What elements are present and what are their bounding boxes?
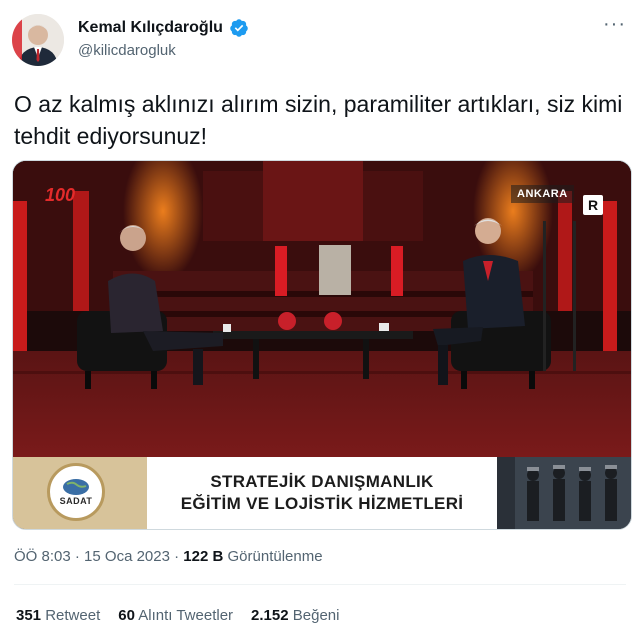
ad-banner: SADAT STRATEJİK DANIŞMANLIK EĞİTİM VE LO… <box>13 457 631 529</box>
profile-photo-icon <box>12 14 64 66</box>
verified-badge-icon <box>229 18 249 38</box>
quotes-stat[interactable]: 60 Alıntı Tweetler <box>118 607 233 624</box>
retweets-stat[interactable]: 351 Retweet <box>16 607 100 624</box>
tweet-stats: 351 Retweet 60 Alıntı Tweetler 2.152 Beğ… <box>16 607 339 624</box>
studio-scene-image <box>13 161 631 457</box>
banner-text: STRATEJİK DANIŞMANLIK EĞİTİM VE LOJİSTİK… <box>147 457 497 529</box>
avatar[interactable] <box>12 14 64 66</box>
author-row: Kemal Kılıçdaroğlu <box>78 18 249 38</box>
divider <box>14 584 626 585</box>
views-label: Görüntülenme <box>227 548 323 565</box>
channel-logo: 100 <box>45 185 76 205</box>
author-handle[interactable]: @kilicdarogluk <box>78 42 176 59</box>
banner-line-2: EĞİTİM VE LOJİSTİK HİZMETLERİ <box>180 494 464 513</box>
likes-stat[interactable]: 2.152 Beğeni <box>251 607 339 624</box>
tweet-time[interactable]: ÖÖ 8:03 <box>14 548 71 565</box>
tweet-card: Kemal Kılıçdaroğlu @kilicdarogluk ··· O … <box>0 0 640 634</box>
corner-logo: R <box>583 195 603 215</box>
meta-separator: · <box>74 548 80 565</box>
tweet-date[interactable]: 15 Oca 2023 <box>84 548 170 565</box>
banner-logo-area: SADAT <box>13 457 147 529</box>
author-name[interactable]: Kemal Kılıçdaroğlu <box>78 19 223 37</box>
tweet-meta: ÖÖ 8:03 · 15 Oca 2023 · 122 B Görüntülen… <box>14 548 323 565</box>
globe-icon <box>63 479 89 495</box>
sadat-logo-icon: SADAT <box>47 463 105 521</box>
retweets-count: 351 <box>16 607 42 624</box>
meta-separator: · <box>174 548 180 565</box>
likes-label: Beğeni <box>292 607 340 624</box>
more-options-icon[interactable]: ··· <box>603 14 626 34</box>
soldiers-image <box>497 457 631 529</box>
banner-image <box>497 457 631 529</box>
sadat-logo-text: SADAT <box>59 496 93 506</box>
banner-line-1: STRATEJİK DANIŞMANLIK <box>210 472 434 491</box>
tweet-media-video[interactable]: 100 ANKARA R SADAT STRATEJİK DANIŞMANLIK… <box>12 160 632 530</box>
quotes-count: 60 <box>118 607 135 624</box>
likes-count: 2.152 <box>251 607 289 624</box>
tweet-text: O az kalmış aklınızı alırım sizin, param… <box>14 91 623 149</box>
location-tag: ANKARA <box>511 185 574 203</box>
views-count: 122 B <box>183 548 224 565</box>
retweets-label: Retweet <box>45 607 101 624</box>
quotes-label: Alıntı Tweetler <box>138 607 234 624</box>
